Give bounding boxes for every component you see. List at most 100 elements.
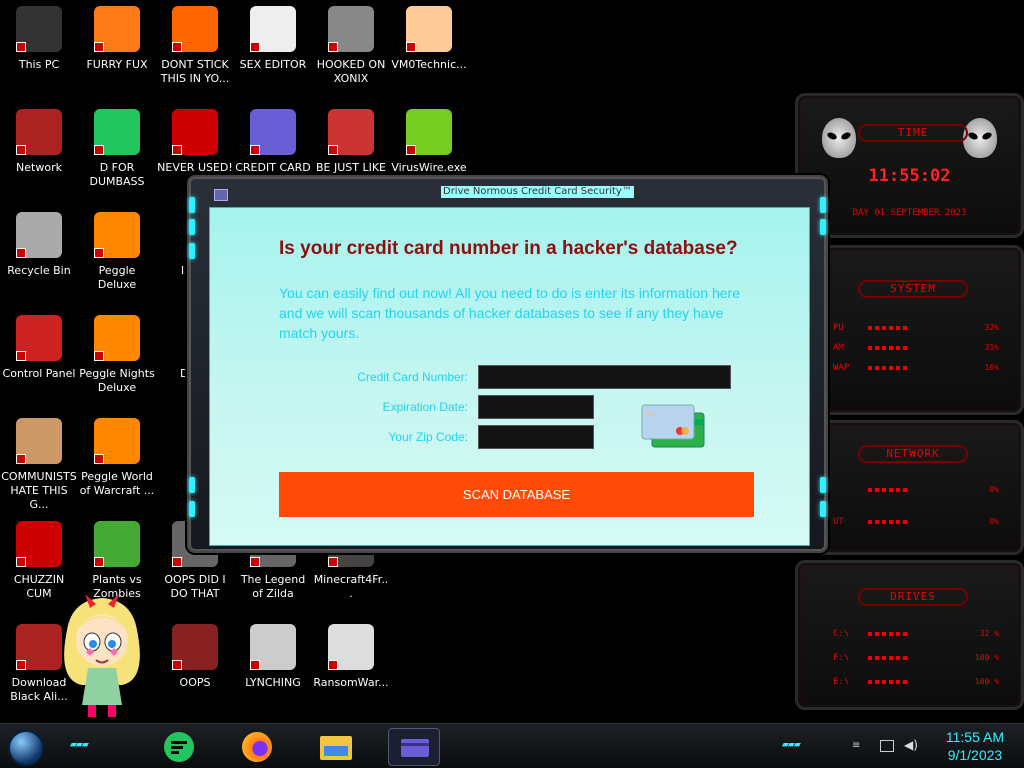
widget-title: SYSTEM bbox=[858, 280, 968, 298]
widget-title: DRIVES bbox=[858, 588, 968, 606]
desktop-icon-label: OOPS bbox=[179, 676, 211, 689]
desktop-icon-label: CREDIT CARD bbox=[235, 161, 311, 174]
shortcut-arrow-icon bbox=[406, 145, 416, 155]
desktop-icon[interactable]: VM0Technic... bbox=[390, 0, 468, 72]
zip-code-label: Your Zip Code: bbox=[388, 430, 468, 444]
credit-cards-icon bbox=[640, 403, 708, 451]
shortcut-arrow-icon bbox=[94, 454, 104, 464]
desktop-icon-label: Recycle Bin bbox=[7, 264, 71, 277]
desktop-icon-label: VirusWire.exe bbox=[391, 161, 467, 174]
desktop-icon[interactable]: COMMUNISTS HATE THIS G... bbox=[0, 412, 78, 512]
desktop-icon-label: RansomWar... bbox=[313, 676, 389, 689]
shortcut-arrow-icon bbox=[94, 42, 104, 52]
chat-icon bbox=[164, 732, 194, 762]
widget-row-value: 31% bbox=[984, 343, 999, 352]
taskbar-chat-app[interactable] bbox=[154, 728, 206, 766]
desktop-icon-label: SEX EDITOR bbox=[239, 58, 307, 71]
desktop-icon-label: Control Panel bbox=[2, 367, 76, 380]
show-hidden-icons[interactable]: ≡ bbox=[852, 740, 866, 752]
desktop-icon[interactable]: LYNCHING bbox=[234, 618, 312, 690]
shortcut-arrow-icon bbox=[94, 145, 104, 155]
widget-row-label: WAP bbox=[833, 363, 850, 373]
expiration-date-label: Expiration Date: bbox=[382, 400, 468, 414]
desktop-icon[interactable]: FURRY FUX bbox=[78, 0, 156, 72]
shortcut-arrow-icon bbox=[250, 42, 260, 52]
cartoon-character-sticker bbox=[52, 590, 152, 720]
alien-head-icon bbox=[963, 118, 997, 158]
scan-database-button[interactable]: SCAN DATABASE bbox=[279, 472, 754, 517]
network-tray-icon[interactable] bbox=[880, 740, 894, 752]
credit-card-icon bbox=[401, 739, 429, 757]
desktop-icon[interactable]: This PC bbox=[0, 0, 78, 72]
window-decor bbox=[820, 197, 826, 213]
desktop-icon-label: DONT STICK THIS IN YO... bbox=[160, 58, 230, 85]
desktop-icon[interactable]: Peggle Deluxe bbox=[78, 206, 156, 292]
expiration-date-input[interactable] bbox=[478, 395, 594, 419]
widget-row-value: 0% bbox=[989, 485, 999, 494]
credit-card-security-window: Drive Normous Credit Card Security™ Is y… bbox=[187, 175, 828, 553]
desktop-icon[interactable]: DONT STICK THIS IN YO... bbox=[156, 0, 234, 86]
widget-row-label: UT bbox=[833, 517, 844, 527]
card-number-input[interactable] bbox=[478, 365, 731, 389]
app-icon bbox=[16, 212, 62, 258]
desktop-icon[interactable]: OOPS bbox=[156, 618, 234, 690]
taskbar-credit-card-app[interactable] bbox=[388, 728, 440, 766]
taskbar-decor: ▰▰▰ bbox=[70, 740, 89, 750]
window-titlebar[interactable]: Drive Normous Credit Card Security™ bbox=[209, 183, 809, 203]
shortcut-arrow-icon bbox=[94, 351, 104, 361]
app-icon bbox=[250, 109, 296, 155]
desktop-icon[interactable]: HOOKED ON XONIX bbox=[312, 0, 390, 86]
network-widget: NETWORK 0% UT 0% bbox=[795, 420, 1024, 555]
desktop-icon[interactable]: NEVER USED! bbox=[156, 103, 234, 175]
shortcut-arrow-icon bbox=[16, 248, 26, 258]
app-icon bbox=[16, 6, 62, 52]
desktop-icon[interactable]: BE JUST LIKE bbox=[312, 103, 390, 175]
desktop-icon[interactable]: RansomWar... bbox=[312, 618, 390, 690]
desktop-icon-label: D FOR DUMBASS bbox=[89, 161, 145, 188]
desktop-icon-label: BE JUST LIKE bbox=[315, 161, 387, 174]
desktop-icon[interactable]: Peggle World of Warcraft ... bbox=[78, 412, 156, 498]
volume-icon[interactable]: ◀) bbox=[904, 738, 918, 752]
window-decor bbox=[820, 501, 826, 517]
window-decor bbox=[820, 219, 826, 235]
desktop-icon-label: The Legend of Zilda bbox=[240, 573, 306, 600]
desktop-icon[interactable]: Peggle Nights Deluxe bbox=[78, 309, 156, 395]
desktop-icon[interactable]: CREDIT CARD bbox=[234, 103, 312, 175]
desktop-icon-label: NEVER USED! bbox=[157, 161, 233, 174]
app-icon bbox=[94, 212, 140, 258]
desktop-icon[interactable]: VirusWire.exe bbox=[390, 103, 468, 175]
widget-title: TIME bbox=[858, 124, 968, 142]
taskbar-clock[interactable]: 11:55 AM 9/1/2023 bbox=[946, 728, 1004, 764]
shortcut-arrow-icon bbox=[16, 145, 26, 155]
desktop-icon-label: OOPS DID I DO THAT bbox=[164, 573, 226, 600]
app-icon bbox=[406, 109, 452, 155]
window-title: Drive Normous Credit Card Security™ bbox=[441, 186, 634, 198]
shortcut-arrow-icon bbox=[328, 660, 338, 670]
taskbar-file-explorer[interactable] bbox=[310, 728, 362, 766]
widget-row-bar bbox=[868, 366, 908, 370]
widget-row-label: AM bbox=[833, 343, 844, 353]
desktop-icon-label: Peggle Nights Deluxe bbox=[79, 367, 155, 394]
widget-row-value: 32% bbox=[984, 323, 999, 332]
app-icon bbox=[214, 189, 228, 201]
shortcut-arrow-icon bbox=[406, 42, 416, 52]
time-widget: TIME 11:55:02 DAY 01 SEPTEMBER 2023 bbox=[795, 93, 1024, 238]
start-button[interactable] bbox=[8, 730, 44, 766]
clock-date: 9/1/2023 bbox=[947, 747, 1003, 763]
desktop-icon[interactable]: SEX EDITOR bbox=[234, 0, 312, 72]
desktop-icon[interactable]: Control Panel bbox=[0, 309, 78, 381]
taskbar-firefox[interactable] bbox=[232, 728, 284, 766]
zip-code-input[interactable] bbox=[478, 425, 594, 449]
widget-row-value: 100 % bbox=[974, 677, 999, 686]
app-icon bbox=[94, 315, 140, 361]
desktop-icon[interactable]: Plants vs Zombies bbox=[78, 515, 156, 601]
desktop-icon-label: Minecraft4Fr... bbox=[313, 573, 389, 600]
app-icon bbox=[250, 6, 296, 52]
desktop-icon[interactable]: CHUZZIN CUM bbox=[0, 515, 78, 601]
desktop-icon[interactable]: Recycle Bin bbox=[0, 206, 78, 278]
app-icon bbox=[172, 624, 218, 670]
desktop-icon[interactable]: Network bbox=[0, 103, 78, 175]
window-decor bbox=[189, 501, 195, 517]
shortcut-arrow-icon bbox=[94, 248, 104, 258]
desktop-icon[interactable]: D FOR DUMBASS bbox=[78, 103, 156, 189]
